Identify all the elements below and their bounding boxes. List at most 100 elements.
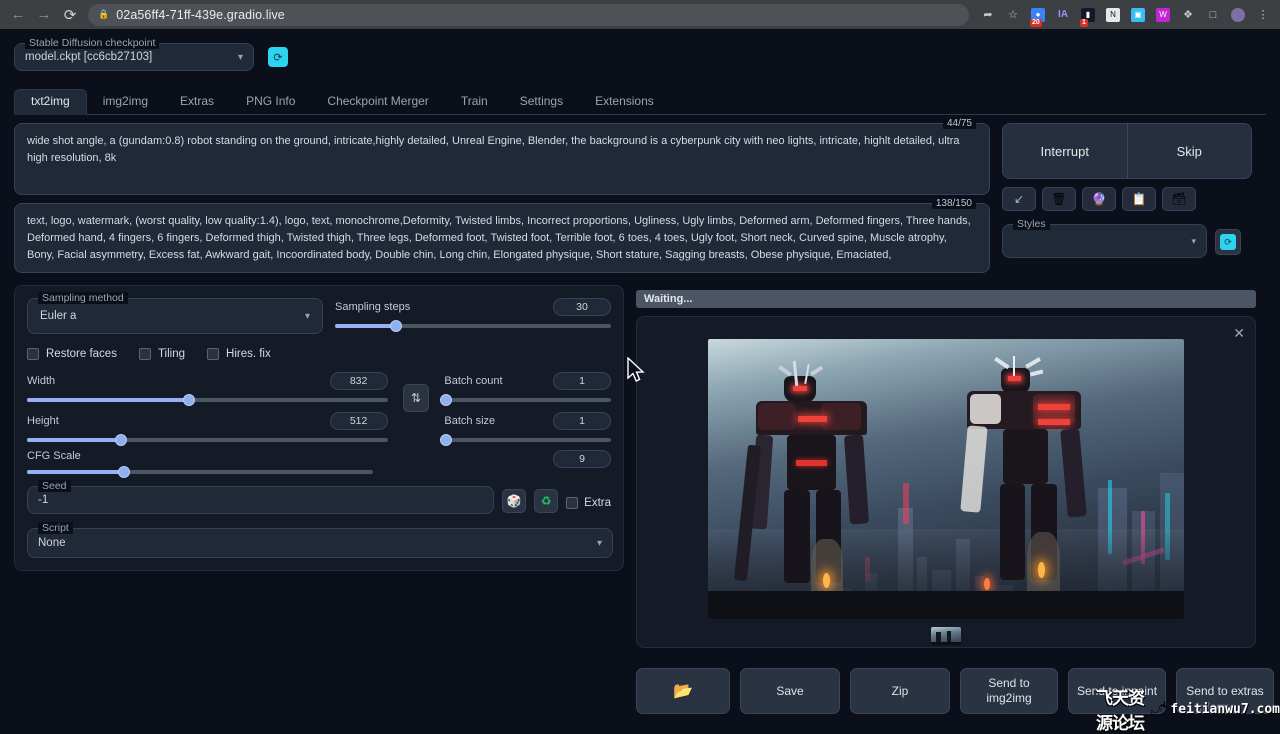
reuse-seed-recycle-icon[interactable]: ♻ <box>534 489 558 513</box>
zip-button[interactable]: Zip <box>850 668 950 714</box>
ia-extension[interactable]: IA <box>1052 4 1074 26</box>
negative-token-counter: 138/150 <box>932 198 976 209</box>
tiling-label: Tiling <box>158 348 185 360</box>
checkpoint-label: Stable Diffusion checkpoint <box>25 37 159 49</box>
swap-dimensions-button[interactable]: ⇅ <box>403 384 429 412</box>
close-icon[interactable]: ✕ <box>1233 325 1245 342</box>
notifications-extension[interactable]: ●20 <box>1027 4 1049 26</box>
image-extension[interactable]: ▣ <box>1127 4 1149 26</box>
restore-faces-label: Restore faces <box>46 348 117 360</box>
height-track[interactable] <box>27 438 388 442</box>
width-slider[interactable]: Width 832 <box>27 372 388 402</box>
forward-arrow-icon[interactable]: → <box>32 3 56 27</box>
sampler-row: Sampling method Euler a ▾ Sampling steps… <box>27 298 611 334</box>
save-style-icon[interactable]: 🗃 <box>1162 187 1196 211</box>
batch-count-value[interactable]: 1 <box>553 372 611 390</box>
height-value[interactable]: 512 <box>330 412 388 430</box>
sampling-steps-track[interactable] <box>335 324 611 328</box>
styles-row: Styles ▾ ⟳ <box>1002 224 1252 258</box>
extra-seed-checkbox[interactable]: Extra <box>566 497 611 509</box>
magic-icon[interactable]: 🔮 <box>1082 187 1116 211</box>
tab-png-info[interactable]: PNG Info <box>230 90 311 114</box>
trash-icon[interactable]: 🗑 <box>1042 187 1076 211</box>
share-icon[interactable]: ➦ <box>977 4 999 26</box>
dimensions-row: Width 832 Height 512 <box>27 372 611 452</box>
main-tabs: txt2img img2img Extras PNG Info Checkpoi… <box>14 89 1266 115</box>
menu-kebab-icon[interactable]: ⋮ <box>1252 4 1274 26</box>
notion-extension[interactable]: N <box>1102 4 1124 26</box>
checkpoint-row: Stable Diffusion checkpoint model.ckpt [… <box>14 43 1266 71</box>
negative-prompt-input[interactable]: text, logo, watermark, (worst quality, l… <box>14 203 990 273</box>
width-value[interactable]: 832 <box>330 372 388 390</box>
clipboard-icon[interactable]: 📋 <box>1122 187 1156 211</box>
puzzle-extension[interactable]: ❖ <box>1177 4 1199 26</box>
hires-fix-label: Hires. fix <box>226 348 271 360</box>
batch-size-label: Batch size <box>444 415 495 427</box>
send-to-inpaint-button[interactable]: Send to inpaint <box>1068 668 1166 714</box>
tab-txt2img[interactable]: txt2img <box>14 89 87 115</box>
toggles-row: Restore faces Tiling Hires. fix <box>27 348 611 360</box>
tab-extensions[interactable]: Extensions <box>579 90 670 114</box>
styles-dropdown[interactable]: Styles ▾ <box>1002 224 1207 258</box>
generation-settings: Sampling method Euler a ▾ Sampling steps… <box>14 285 624 571</box>
caret-down-icon: ▾ <box>1191 236 1196 247</box>
checkpoint-dropdown[interactable]: Stable Diffusion checkpoint model.ckpt [… <box>14 43 254 71</box>
script-dropdown[interactable]: Script None ▾ <box>27 528 613 558</box>
address-bar[interactable]: 🔒 02a56ff4-71ff-439e.gradio.live <box>88 4 969 26</box>
batch-count-track[interactable] <box>444 398 611 402</box>
star-icon[interactable]: ☆ <box>1002 4 1024 26</box>
refresh-icon: ⟳ <box>1220 234 1236 250</box>
lock-icon: 🔒 <box>98 9 109 20</box>
terminal-extension[interactable]: ▮1 <box>1077 4 1099 26</box>
negative-prompt-wrap: 138/150 text, logo, watermark, (worst qu… <box>14 203 990 273</box>
seed-input[interactable]: Seed -1 <box>27 486 494 514</box>
interrupt-button[interactable]: Interrupt <box>1003 124 1127 178</box>
chevron-down-icon: ▾ <box>238 52 243 63</box>
restore-progress-icon[interactable]: ↙ <box>1002 187 1036 211</box>
cfg-scale-value[interactable]: 9 <box>553 450 611 468</box>
image-thumbnail[interactable] <box>931 627 961 645</box>
checkbox-icon <box>207 348 219 360</box>
positive-prompt-wrap: 44/75 wide shot angle, a (gundam:0.8) ro… <box>14 123 990 195</box>
send-to-img2img-button[interactable]: Send to img2img <box>960 668 1058 714</box>
batch-size-slider[interactable]: Batch size 1 <box>444 412 611 442</box>
batch-size-value[interactable]: 1 <box>553 412 611 430</box>
profile-avatar[interactable] <box>1227 4 1249 26</box>
restore-faces-checkbox[interactable]: Restore faces <box>27 348 117 360</box>
random-seed-dice-icon[interactable]: 🎲 <box>502 489 526 513</box>
reload-icon[interactable]: ⟳ <box>58 3 82 27</box>
cfg-scale-slider[interactable]: CFG Scale <box>27 450 373 474</box>
sampling-steps-value[interactable]: 30 <box>553 298 611 316</box>
tab-extras[interactable]: Extras <box>164 90 230 114</box>
save-button[interactable]: Save <box>740 668 840 714</box>
refresh-checkpoints-button[interactable]: ⟳ <box>268 47 288 67</box>
tab-settings[interactable]: Settings <box>504 90 579 114</box>
hires-fix-checkbox[interactable]: Hires. fix <box>207 348 271 360</box>
batch-size-track[interactable] <box>444 438 611 442</box>
office-extension[interactable]: W <box>1152 4 1174 26</box>
tab-img2img[interactable]: img2img <box>87 90 164 114</box>
width-track[interactable] <box>27 398 388 402</box>
generated-image[interactable] <box>708 339 1184 619</box>
tab-train[interactable]: Train <box>445 90 504 114</box>
skip-button[interactable]: Skip <box>1127 124 1252 178</box>
output-actions: 📂 Save Zip Send to img2img Send to inpai… <box>636 668 1276 714</box>
height-slider[interactable]: Height 512 <box>27 412 388 442</box>
sampling-steps-slider[interactable]: Sampling steps 30 <box>335 298 611 334</box>
tab-checkpoint-merger[interactable]: Checkpoint Merger <box>311 90 444 114</box>
positive-prompt-input[interactable]: wide shot angle, a (gundam:0.8) robot st… <box>14 123 990 195</box>
cfg-scale-track[interactable] <box>27 470 373 474</box>
seed-value: -1 <box>38 494 48 506</box>
batch-count-slider[interactable]: Batch count 1 <box>444 372 611 402</box>
chevron-down-icon: ▾ <box>597 538 602 549</box>
script-value: None <box>38 537 66 549</box>
swap-wrap: ⇅ <box>388 372 445 452</box>
refresh-styles-button[interactable]: ⟳ <box>1215 229 1241 255</box>
cfg-row: CFG Scale 9 <box>27 450 611 474</box>
tiling-checkbox[interactable]: Tiling <box>139 348 185 360</box>
script-label: Script <box>38 522 73 534</box>
back-arrow-icon[interactable]: ← <box>6 3 30 27</box>
sampling-method-dropdown[interactable]: Sampling method Euler a ▾ <box>27 298 323 334</box>
open-folder-button[interactable]: 📂 <box>636 668 730 714</box>
sidepanel-extension[interactable]: □ <box>1202 4 1224 26</box>
